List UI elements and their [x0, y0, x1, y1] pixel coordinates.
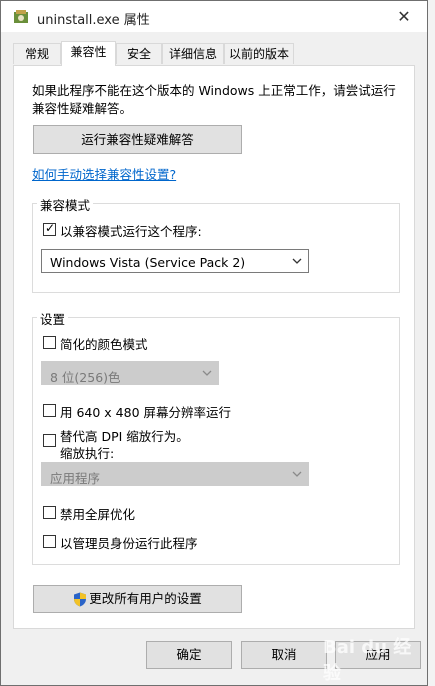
cancel-button[interactable]: 取消 — [241, 641, 327, 669]
chevron-down-icon — [292, 471, 302, 477]
window-title: uninstall.exe 属性 — [37, 13, 150, 28]
tab-general[interactable]: 常规 — [13, 43, 61, 64]
intro-text: 如果此程序不能在这个版本的 Windows 上正常工作，请尝试运行兼容性疑难解答… — [32, 83, 396, 116]
color-depth-select[interactable]: 8 位(256)色 — [41, 361, 219, 385]
compat-mode-title: 兼容模式 — [37, 195, 94, 214]
tab-details[interactable]: 详细信息 — [162, 43, 224, 64]
app-icon — [14, 10, 28, 23]
chevron-down-icon — [292, 258, 302, 264]
reduced-color-checkbox[interactable] — [43, 336, 56, 349]
compat-mode-label: 以兼容模式运行这个程序: — [60, 224, 202, 239]
change-all-users-button[interactable]: 更改所有用户的设置 — [33, 585, 242, 613]
tab-previous-versions[interactable]: 以前的版本 — [224, 43, 294, 64]
ok-button[interactable]: 确定 — [146, 641, 232, 669]
color-depth-value: 8 位(256)色 — [50, 370, 121, 385]
compat-mode-group — [32, 203, 400, 293]
res-640-label: 用 640 x 480 屏幕分辨率运行 — [60, 405, 232, 420]
close-button[interactable]: ✕ — [381, 1, 427, 32]
run-as-admin-checkbox[interactable] — [43, 535, 56, 548]
chevron-down-icon — [202, 370, 212, 376]
manual-settings-link[interactable]: 如何手动选择兼容性设置? — [32, 164, 176, 183]
dpi-override-checkbox[interactable] — [43, 434, 56, 447]
reduced-color-label: 简化的颜色模式 — [60, 337, 148, 352]
troubleshoot-button[interactable]: 运行兼容性疑难解答 — [33, 125, 242, 154]
os-version-value: Windows Vista (Service Pack 2) — [50, 255, 246, 270]
run-as-admin-label: 以管理员身份运行此程序 — [60, 536, 198, 551]
fullscreen-opt-label: 禁用全屏优化 — [60, 507, 136, 522]
fullscreen-opt-checkbox[interactable] — [43, 506, 56, 519]
tab-security[interactable]: 安全 — [116, 43, 162, 64]
checkmark-icon: ✓ — [45, 221, 56, 235]
properties-dialog: uninstall.exe 属性 ✕ 常规 兼容性 安全 详细信息 以前的版本 … — [0, 0, 428, 686]
change-all-users-label: 更改所有用户的设置 — [89, 591, 202, 606]
tab-compatibility[interactable]: 兼容性 — [61, 41, 116, 66]
os-version-select[interactable]: Windows Vista (Service Pack 2) — [41, 249, 309, 273]
dpi-sub-label: 缩放执行: — [60, 446, 115, 461]
compatibility-panel: 如果此程序不能在这个版本的 Windows 上正常工作，请尝试运行兼容性疑难解答… — [13, 65, 415, 629]
dpi-scaling-select[interactable]: 应用程序 — [41, 462, 309, 486]
title-bar: uninstall.exe 属性 ✕ — [1, 1, 427, 32]
settings-title: 设置 — [37, 309, 69, 328]
uac-shield-icon — [74, 592, 87, 607]
dpi-scaling-value: 应用程序 — [50, 471, 101, 486]
close-icon: ✕ — [397, 7, 411, 26]
baidu-watermark: Bai du 经验 — [323, 637, 412, 684]
res-640-checkbox[interactable] — [43, 404, 56, 417]
compat-mode-checkbox[interactable]: ✓ — [43, 221, 56, 236]
